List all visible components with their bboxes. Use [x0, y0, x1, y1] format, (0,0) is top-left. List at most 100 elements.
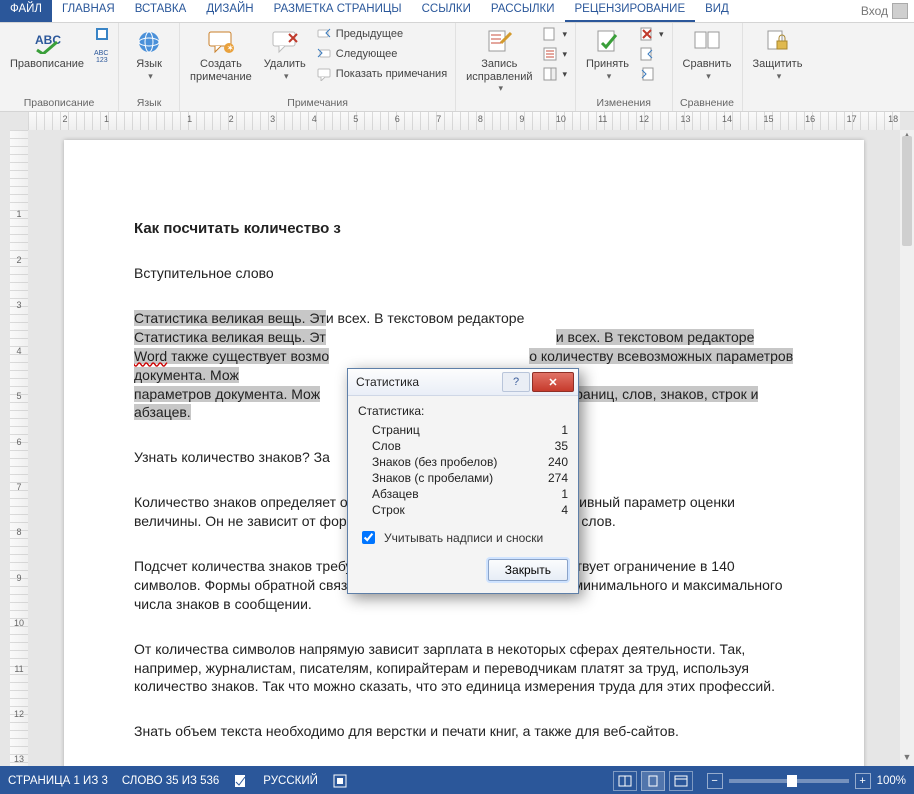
- protect-button[interactable]: Защитить: [749, 25, 807, 84]
- ruler-h-tick: 7: [402, 114, 444, 124]
- zoom-value[interactable]: 100%: [877, 775, 906, 787]
- prev-comment-button[interactable]: Предыдущее: [314, 25, 449, 43]
- compare-label: Сравнить: [683, 58, 732, 71]
- group-compare: Сравнить Сравнение: [673, 23, 743, 111]
- ruler-v-tick: 1: [10, 175, 28, 220]
- stat-row: Знаков (с пробелами)274: [358, 470, 568, 486]
- group-protect: Защитить: [743, 23, 813, 111]
- ruler-h-tick: 5: [319, 114, 361, 124]
- doc-heading: Как посчитать количество з: [134, 220, 794, 237]
- tab-view[interactable]: ВИД: [695, 0, 739, 22]
- dialog-close-button[interactable]: ✕: [532, 372, 574, 392]
- vertical-scrollbar[interactable]: ▲ ▼: [899, 130, 914, 766]
- track-changes-label: Запись исправлений: [466, 58, 532, 83]
- close-icon: ✕: [548, 376, 557, 389]
- ruler-v-tick: 12: [10, 675, 28, 720]
- prev-comment-label: Предыдущее: [336, 28, 403, 40]
- accept-icon: [594, 28, 622, 56]
- lock-icon: [763, 28, 791, 56]
- stat-key: Слов: [372, 439, 401, 453]
- dialog-help-button[interactable]: ?: [502, 372, 530, 392]
- accept-button[interactable]: Принять: [582, 25, 633, 84]
- reject-button[interactable]: ▾: [637, 25, 666, 43]
- display-for-review-button[interactable]: ▾: [540, 25, 569, 43]
- delete-comment-icon: [271, 28, 299, 56]
- ruler-h-tick: 18: [859, 114, 901, 124]
- status-words[interactable]: СЛОВО 35 ИЗ 536: [122, 775, 219, 787]
- ruler-h-tick: 2: [194, 114, 236, 124]
- ruler-h-tick: 17: [817, 114, 859, 124]
- delete-comment-label: Удалить: [264, 58, 306, 71]
- dialog-section-label: Статистика:: [358, 404, 568, 418]
- dialog-body: Статистика: Страниц1Слов35Знаков (без пр…: [348, 396, 578, 593]
- ruler-v-tick: 11: [10, 630, 28, 675]
- spelling-button[interactable]: ABC Правописание: [6, 25, 88, 74]
- ruler-h-tick: 15: [734, 114, 776, 124]
- ruler-h-tick: 13: [651, 114, 693, 124]
- thesaurus-button[interactable]: [92, 25, 112, 43]
- user-avatar-icon: [892, 3, 908, 19]
- view-web-button[interactable]: [669, 771, 693, 791]
- show-markup-button[interactable]: ▾: [540, 45, 569, 63]
- pane-icon: [542, 66, 558, 82]
- zoom-in-button[interactable]: +: [855, 773, 871, 789]
- next-change-icon: [639, 66, 655, 82]
- dialog-close-ok-button[interactable]: Закрыть: [488, 559, 568, 581]
- zoom-slider[interactable]: [729, 779, 849, 783]
- tab-design[interactable]: ДИЗАЙН: [196, 0, 263, 22]
- zoom-slider-thumb[interactable]: [787, 775, 797, 787]
- view-read-button[interactable]: [613, 771, 637, 791]
- tab-insert[interactable]: ВСТАВКА: [125, 0, 197, 22]
- tab-file[interactable]: ФАЙЛ: [0, 0, 52, 22]
- ruler-vertical[interactable]: 12345678910111213: [10, 130, 29, 766]
- status-language[interactable]: РУССКИЙ: [263, 775, 318, 787]
- zoom-control: − + 100%: [707, 773, 906, 789]
- next-comment-button[interactable]: Следующее: [314, 45, 449, 63]
- tab-references[interactable]: ССЫЛКИ: [412, 0, 481, 22]
- status-page[interactable]: СТРАНИЦА 1 ИЗ 3: [8, 775, 108, 787]
- ruler-v-tick: 8: [10, 493, 28, 538]
- login-button[interactable]: Вход: [855, 0, 914, 22]
- doc-paragraph-6: Знать объем текста необходимо для верстк…: [134, 722, 794, 741]
- spelling-label: Правописание: [10, 58, 84, 71]
- zoom-out-button[interactable]: −: [707, 773, 723, 789]
- wordcount-button[interactable]: ABC123: [92, 45, 112, 63]
- dialog-titlebar[interactable]: Статистика ? ✕: [348, 369, 578, 396]
- status-macro[interactable]: [332, 773, 348, 789]
- stat-row: Слов 35: [358, 438, 568, 454]
- dialog-title: Статистика: [356, 375, 502, 389]
- ruler-horizontal[interactable]: 21123456789101112131415161718: [28, 112, 900, 131]
- next-change-button[interactable]: [637, 65, 666, 83]
- new-comment-label: Создать примечание: [190, 58, 252, 83]
- ruler-h-tick: 3: [236, 114, 278, 124]
- reviewing-pane-button[interactable]: ▾: [540, 65, 569, 83]
- prev-change-icon: [639, 46, 655, 62]
- track-changes-button[interactable]: Запись исправлений: [462, 25, 536, 97]
- include-textboxes-checkbox[interactable]: Учитывать надписи и сноски: [358, 528, 568, 547]
- tab-home[interactable]: ГЛАВНАЯ: [52, 0, 125, 22]
- stat-value: 1: [561, 423, 568, 437]
- tab-layout[interactable]: РАЗМЕТКА СТРАНИЦЫ: [264, 0, 412, 22]
- tab-mailings[interactable]: РАССЫЛКИ: [481, 0, 565, 22]
- show-comments-button[interactable]: Показать примечания: [314, 65, 449, 83]
- include-textboxes-input[interactable]: [362, 531, 375, 544]
- ruler-v-tick: [10, 130, 28, 175]
- proofing-status-icon: [233, 773, 249, 789]
- compare-button[interactable]: Сравнить: [679, 25, 736, 84]
- prev-change-button[interactable]: [637, 45, 666, 63]
- ruler-h-tick: [111, 114, 153, 124]
- new-comment-button[interactable]: ✶ Создать примечание: [186, 25, 256, 86]
- view-print-button[interactable]: [641, 771, 665, 791]
- language-button[interactable]: Язык: [125, 25, 173, 84]
- view-mode-buttons: [613, 771, 693, 791]
- status-proofing[interactable]: [233, 773, 249, 789]
- tab-review[interactable]: РЕЦЕНЗИРОВАНИЕ: [565, 0, 696, 22]
- group-protect-label: [749, 108, 807, 111]
- group-comments-label: Примечания: [186, 96, 449, 111]
- scroll-down-icon[interactable]: ▼: [900, 752, 914, 766]
- group-tracking: Запись исправлений ▾ ▾ ▾: [456, 23, 576, 111]
- group-language: Язык Язык: [119, 23, 180, 111]
- stat-value: 35: [555, 439, 568, 453]
- scroll-thumb[interactable]: [902, 136, 912, 246]
- delete-comment-button[interactable]: Удалить: [260, 25, 310, 84]
